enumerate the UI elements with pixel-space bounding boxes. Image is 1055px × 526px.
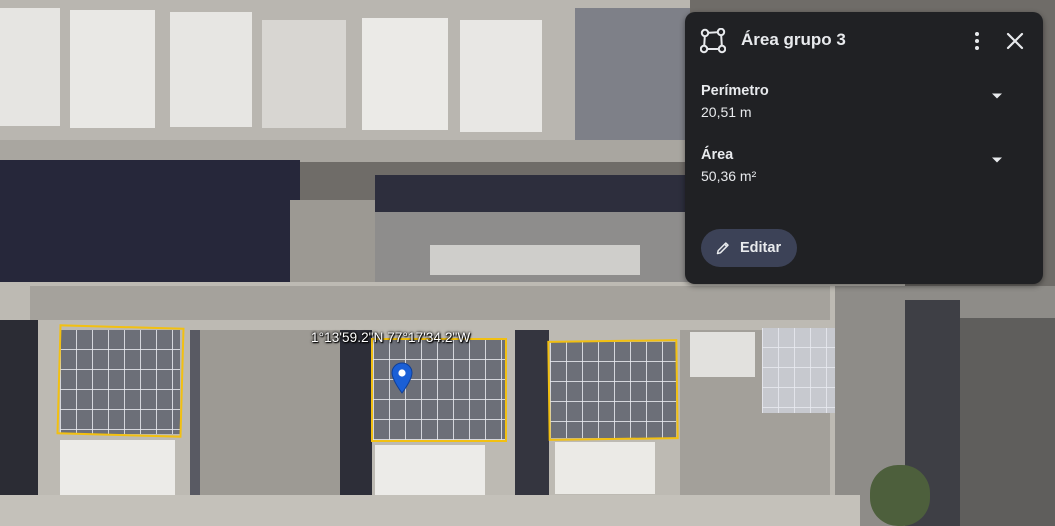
area-outline[interactable] bbox=[547, 339, 679, 441]
skylight-grid bbox=[762, 328, 842, 413]
white-cover bbox=[555, 442, 655, 494]
metric-perimeter: Perímetro 20,51 m bbox=[701, 83, 1027, 127]
location-pin-icon[interactable] bbox=[390, 362, 414, 394]
tree bbox=[870, 465, 930, 526]
coordinates-label: 1°13'59.2"N 77°17'34.2"W bbox=[311, 330, 471, 345]
roof-slope bbox=[575, 8, 690, 158]
roof-ridge bbox=[30, 286, 830, 320]
metric-area: Área 50,36 m² bbox=[701, 147, 1027, 191]
foreground-ledge bbox=[0, 495, 860, 526]
card-header: Área grupo 3 bbox=[685, 12, 1043, 68]
pencil-icon bbox=[716, 242, 729, 255]
shadow-band bbox=[0, 160, 300, 285]
skylight bbox=[70, 10, 155, 128]
card-title: Área grupo 3 bbox=[741, 30, 846, 49]
metric-value: 20,51 m bbox=[701, 104, 752, 120]
metric-label: Perímetro bbox=[701, 83, 769, 99]
skylight bbox=[460, 20, 542, 132]
metric-label: Área bbox=[701, 147, 734, 163]
skylight bbox=[362, 18, 448, 130]
more-vert-icon[interactable] bbox=[968, 29, 986, 53]
white-cover bbox=[375, 445, 485, 495]
edit-button-label: Editar bbox=[740, 240, 782, 256]
skylight bbox=[262, 20, 346, 128]
vent bbox=[430, 245, 640, 275]
shadow-band bbox=[375, 175, 695, 215]
chevron-down-icon[interactable] bbox=[990, 89, 1004, 103]
building-right bbox=[960, 318, 1055, 526]
roof-section bbox=[200, 330, 340, 510]
white-cover bbox=[60, 440, 175, 495]
chevron-down-icon[interactable] bbox=[990, 153, 1004, 167]
white-cover bbox=[690, 332, 755, 377]
area-outline[interactable] bbox=[56, 324, 185, 438]
measurement-card: Área grupo 3 Perímetro 20,51 m Área 50,3… bbox=[685, 12, 1043, 284]
close-icon[interactable] bbox=[1005, 31, 1025, 51]
metric-value: 50,36 m² bbox=[701, 168, 757, 184]
skylight bbox=[170, 12, 252, 127]
polygon-icon bbox=[700, 28, 726, 54]
roof-edge bbox=[0, 140, 690, 162]
wall bbox=[290, 200, 375, 290]
skylight bbox=[0, 8, 60, 126]
edit-button[interactable]: Editar bbox=[701, 229, 798, 267]
